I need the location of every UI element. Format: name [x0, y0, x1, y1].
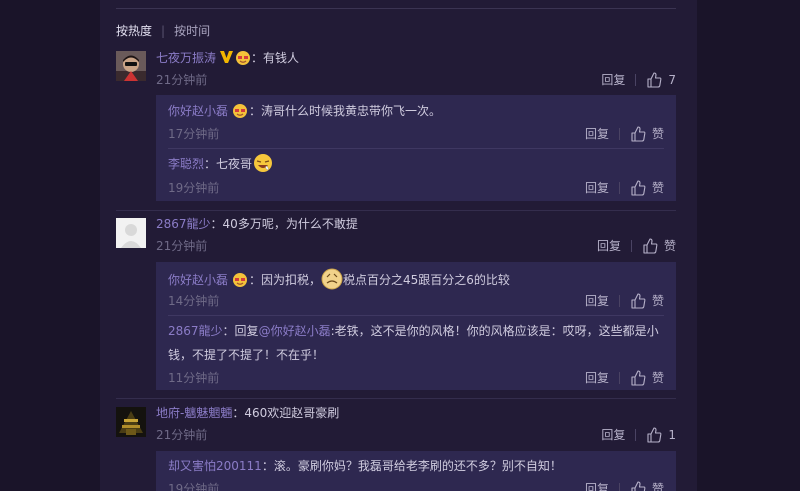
comment-line: 七夜万振涛 ：有钱人: [156, 49, 299, 65]
avatar[interactable]: [116, 218, 146, 248]
reply-divider: [168, 315, 664, 316]
comment-actions: 回复 7: [601, 71, 676, 88]
action-separator: [618, 127, 620, 140]
sort-by-time[interactable]: 按时间: [174, 22, 210, 39]
reply-text: :老铁，这不是你的风格！你的风格应该是：哎呀，这些都是小: [330, 323, 659, 338]
reply-text: ：因为扣税，: [249, 272, 322, 287]
like-count: 1: [668, 427, 676, 442]
thumbs-up-icon[interactable]: [630, 179, 646, 196]
reply-button[interactable]: 回复: [585, 179, 609, 196]
reply-line: 李聪烈 ：七夜哥: [168, 153, 274, 173]
reply-button[interactable]: 回复: [585, 125, 609, 142]
reply-text: ：七夜哥: [204, 156, 253, 171]
action-separator: [618, 482, 620, 491]
avatar[interactable]: [116, 407, 146, 437]
action-separator: [630, 239, 632, 252]
action-separator: [635, 428, 637, 441]
comment-text: ：有钱人: [251, 50, 300, 65]
comments-panel: 按热度 | 按时间 七夜万振涛 ：有钱人 21分钟前 回复 7 你好赵小磊 ：涛…: [100, 0, 697, 491]
reply-text: 钱，不提了不提了！不在乎！: [168, 347, 325, 362]
like-button-label[interactable]: 赞: [652, 480, 664, 491]
comment-actions: 回复 赞: [597, 237, 676, 254]
reply-actions: 回复 赞: [585, 369, 664, 386]
like-button-label[interactable]: 赞: [652, 369, 664, 386]
comment-actions: 回复 1: [601, 426, 676, 443]
avatar[interactable]: [116, 51, 146, 81]
reply-text-prefix: ：回复: [222, 323, 259, 338]
dizzy-emoji-icon: [321, 268, 343, 290]
comment-separator: [116, 398, 676, 399]
reply-username[interactable]: 你好赵小磊: [168, 271, 228, 288]
reply-time: 19分钟前: [168, 482, 220, 491]
divider: [116, 8, 676, 9]
reply-time: 11分钟前: [168, 371, 220, 385]
sort-by-hot[interactable]: 按热度: [116, 22, 152, 39]
mention-link[interactable]: @你好赵小磊: [259, 322, 331, 339]
reply-time: 14分钟前: [168, 294, 220, 308]
reply-text: ：滚。豪刷你妈？我磊哥给老李刷的还不多？别不自知！: [261, 458, 562, 473]
reply-line-continued: 钱，不提了不提了！不在乎！: [168, 346, 324, 362]
comment-separator: [116, 210, 676, 211]
reply-list: 你好赵小磊 ：因为扣税， 税点百分之45跟百分之6的比较 14分钟前 回复 赞: [156, 262, 676, 390]
verified-v-icon: [220, 51, 234, 63]
reply-list: 你好赵小磊 ：涛哥什么时候我黄忠带你飞一次。 17分钟前 回复 赞 李聪烈 ：七…: [156, 95, 676, 201]
reply-line: 你好赵小磊 ：涛哥什么时候我黄忠带你飞一次。: [168, 102, 441, 118]
reply-username[interactable]: 2867龍少: [168, 322, 223, 339]
reply-time: 19分钟前: [168, 181, 220, 195]
reply-actions: 回复 赞: [585, 480, 664, 491]
like-button-label[interactable]: 赞: [652, 125, 664, 142]
comment-time: 21分钟前: [156, 239, 208, 253]
rich-face-emoji-icon: [236, 50, 251, 65]
reply-button[interactable]: 回复: [597, 237, 621, 254]
reply-actions: 回复 赞: [585, 125, 664, 142]
rich-face-emoji-icon: [233, 272, 248, 287]
comment-text: ：40多万呢，为什么不敢提: [210, 216, 358, 231]
thumbs-up-icon[interactable]: [630, 125, 646, 142]
reply-text: ：涛哥什么时候我黄忠带你飞一次。: [249, 103, 442, 118]
username[interactable]: 七夜万振涛: [156, 49, 216, 66]
like-button-label[interactable]: 赞: [664, 237, 676, 254]
like-button-label[interactable]: 赞: [652, 292, 664, 309]
comment-line: 2867龍少 ：40多万呢，为什么不敢提: [156, 215, 358, 231]
reply-time: 17分钟前: [168, 127, 220, 141]
action-separator: [618, 294, 620, 307]
comment-time: 21分钟前: [156, 73, 208, 87]
reply-line: 却又害怕200111 ：滚。豪刷你妈？我磊哥给老李刷的还不多？别不自知！: [168, 457, 562, 473]
reply-button[interactable]: 回复: [585, 480, 609, 491]
thumbs-up-icon[interactable]: [630, 480, 646, 491]
reply-username[interactable]: 李聪烈: [168, 155, 204, 172]
username[interactable]: 地府-魑魅魍魎: [156, 404, 232, 421]
reply-list: 却又害怕200111 ：滚。豪刷你妈？我磊哥给老李刷的还不多？别不自知！ 19分…: [156, 451, 676, 491]
reply-text: 税点百分之45跟百分之6的比较: [343, 272, 510, 287]
reply-divider: [168, 148, 664, 149]
comment-line: 地府-魑魅魍魎 ：460欢迎赵哥豪刷: [156, 404, 339, 420]
like-count: 7: [668, 72, 676, 87]
reply-actions: 回复 赞: [585, 292, 664, 309]
action-separator: [618, 181, 620, 194]
reply-button[interactable]: 回复: [585, 369, 609, 386]
reply-actions: 回复 赞: [585, 179, 664, 196]
thumbs-up-icon[interactable]: [630, 292, 646, 309]
thumbs-up-icon[interactable]: [646, 71, 662, 88]
thumbs-up-icon[interactable]: [642, 237, 658, 254]
sort-bar: 按热度 | 按时间: [116, 22, 210, 39]
reply-button[interactable]: 回复: [585, 292, 609, 309]
thumbs-up-icon[interactable]: [646, 426, 662, 443]
action-separator: [618, 371, 620, 384]
reply-line: 你好赵小磊 ：因为扣税， 税点百分之45跟百分之6的比较: [168, 268, 510, 290]
sort-separator: |: [161, 23, 166, 38]
username[interactable]: 2867龍少: [156, 215, 211, 232]
reply-button[interactable]: 回复: [601, 426, 625, 443]
rich-face-emoji-icon: [233, 103, 248, 118]
like-button-label[interactable]: 赞: [652, 179, 664, 196]
laughing-emoji-icon: [254, 154, 273, 172]
thumbs-up-icon[interactable]: [630, 369, 646, 386]
action-separator: [635, 73, 637, 86]
reply-username[interactable]: 却又害怕200111: [168, 457, 262, 474]
reply-button[interactable]: 回复: [601, 71, 625, 88]
comment-time: 21分钟前: [156, 428, 208, 442]
comment-text: ：460欢迎赵哥豪刷: [232, 405, 340, 420]
reply-username[interactable]: 你好赵小磊: [168, 102, 228, 119]
reply-line: 2867龍少 ：回复 @你好赵小磊 :老铁，这不是你的风格！你的风格应该是：哎呀…: [168, 322, 659, 338]
